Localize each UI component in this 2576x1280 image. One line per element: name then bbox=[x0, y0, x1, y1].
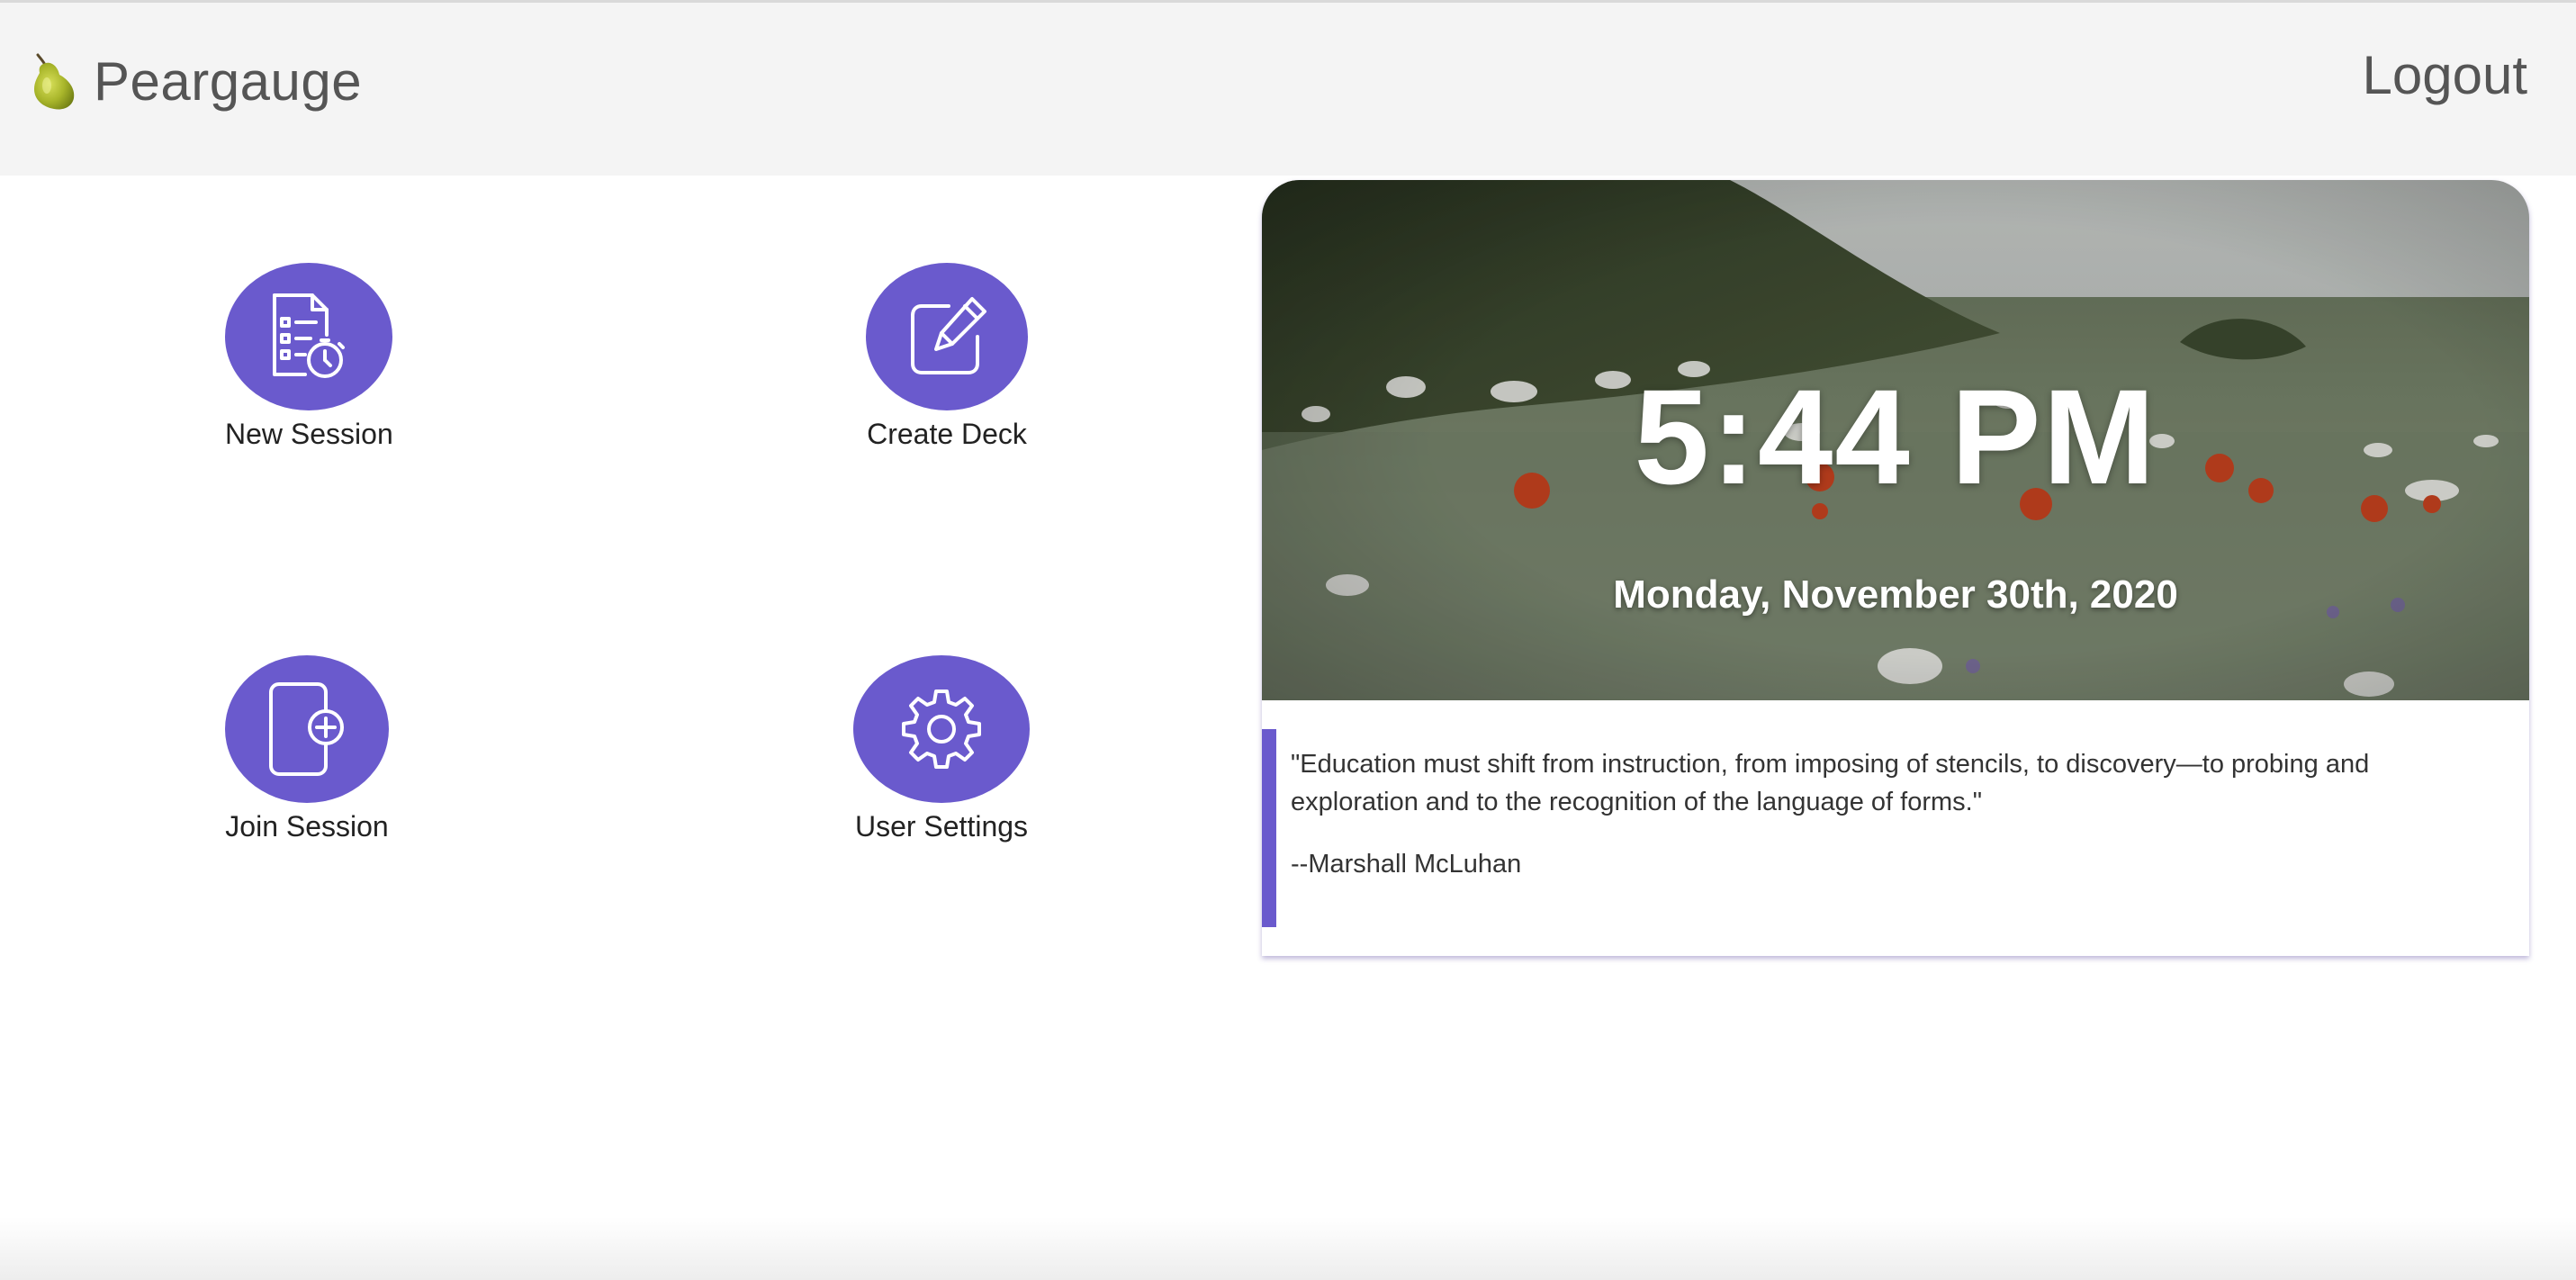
create-deck-button[interactable]: Create Deck bbox=[866, 263, 1028, 451]
quote-author: --Marshall McLuhan bbox=[1291, 850, 1522, 879]
edit-square-pen-icon bbox=[911, 297, 986, 374]
clock-time: 5:44 PM bbox=[1634, 361, 2157, 512]
user-settings-label: User Settings bbox=[854, 810, 1029, 843]
user-settings-icon-circle[interactable] bbox=[853, 655, 1030, 803]
logout-button[interactable]: Logout bbox=[2362, 44, 2527, 106]
pear-icon bbox=[34, 53, 75, 110]
new-session-button[interactable]: New Session bbox=[225, 263, 393, 451]
create-deck-label: Create Deck bbox=[867, 418, 1027, 450]
quote-text: "Education must shift from instruction, … bbox=[1291, 750, 2370, 816]
clock-date: Monday, November 30th, 2020 bbox=[1613, 572, 2178, 617]
join-session-button[interactable]: Join Session bbox=[225, 655, 389, 843]
join-session-label: Join Session bbox=[225, 810, 389, 843]
join-session-icon-circle[interactable] bbox=[225, 655, 389, 803]
bottom-fade bbox=[0, 1217, 2576, 1280]
new-session-icon-circle[interactable] bbox=[225, 263, 393, 410]
app-name: Peargauge bbox=[94, 50, 363, 112]
session-checklist-timer-icon bbox=[273, 293, 346, 378]
join-document-plus-icon bbox=[269, 682, 344, 776]
brand-home-link[interactable]: Peargauge bbox=[23, 41, 362, 122]
create-deck-icon-circle[interactable] bbox=[866, 263, 1028, 410]
quote-accent-bar bbox=[1262, 729, 1276, 927]
wildflower-meadow-photo: 5:44 PM Monday, November 30th, 2020 bbox=[1262, 180, 2529, 700]
gear-icon bbox=[902, 690, 981, 769]
new-session-label: New Session bbox=[225, 418, 393, 450]
user-settings-button[interactable]: User Settings bbox=[853, 655, 1030, 843]
dashboard-card: 5:44 PM Monday, November 30th, 2020 "Edu… bbox=[1262, 180, 2529, 956]
navbar: Peargauge Logout bbox=[0, 3, 2576, 176]
